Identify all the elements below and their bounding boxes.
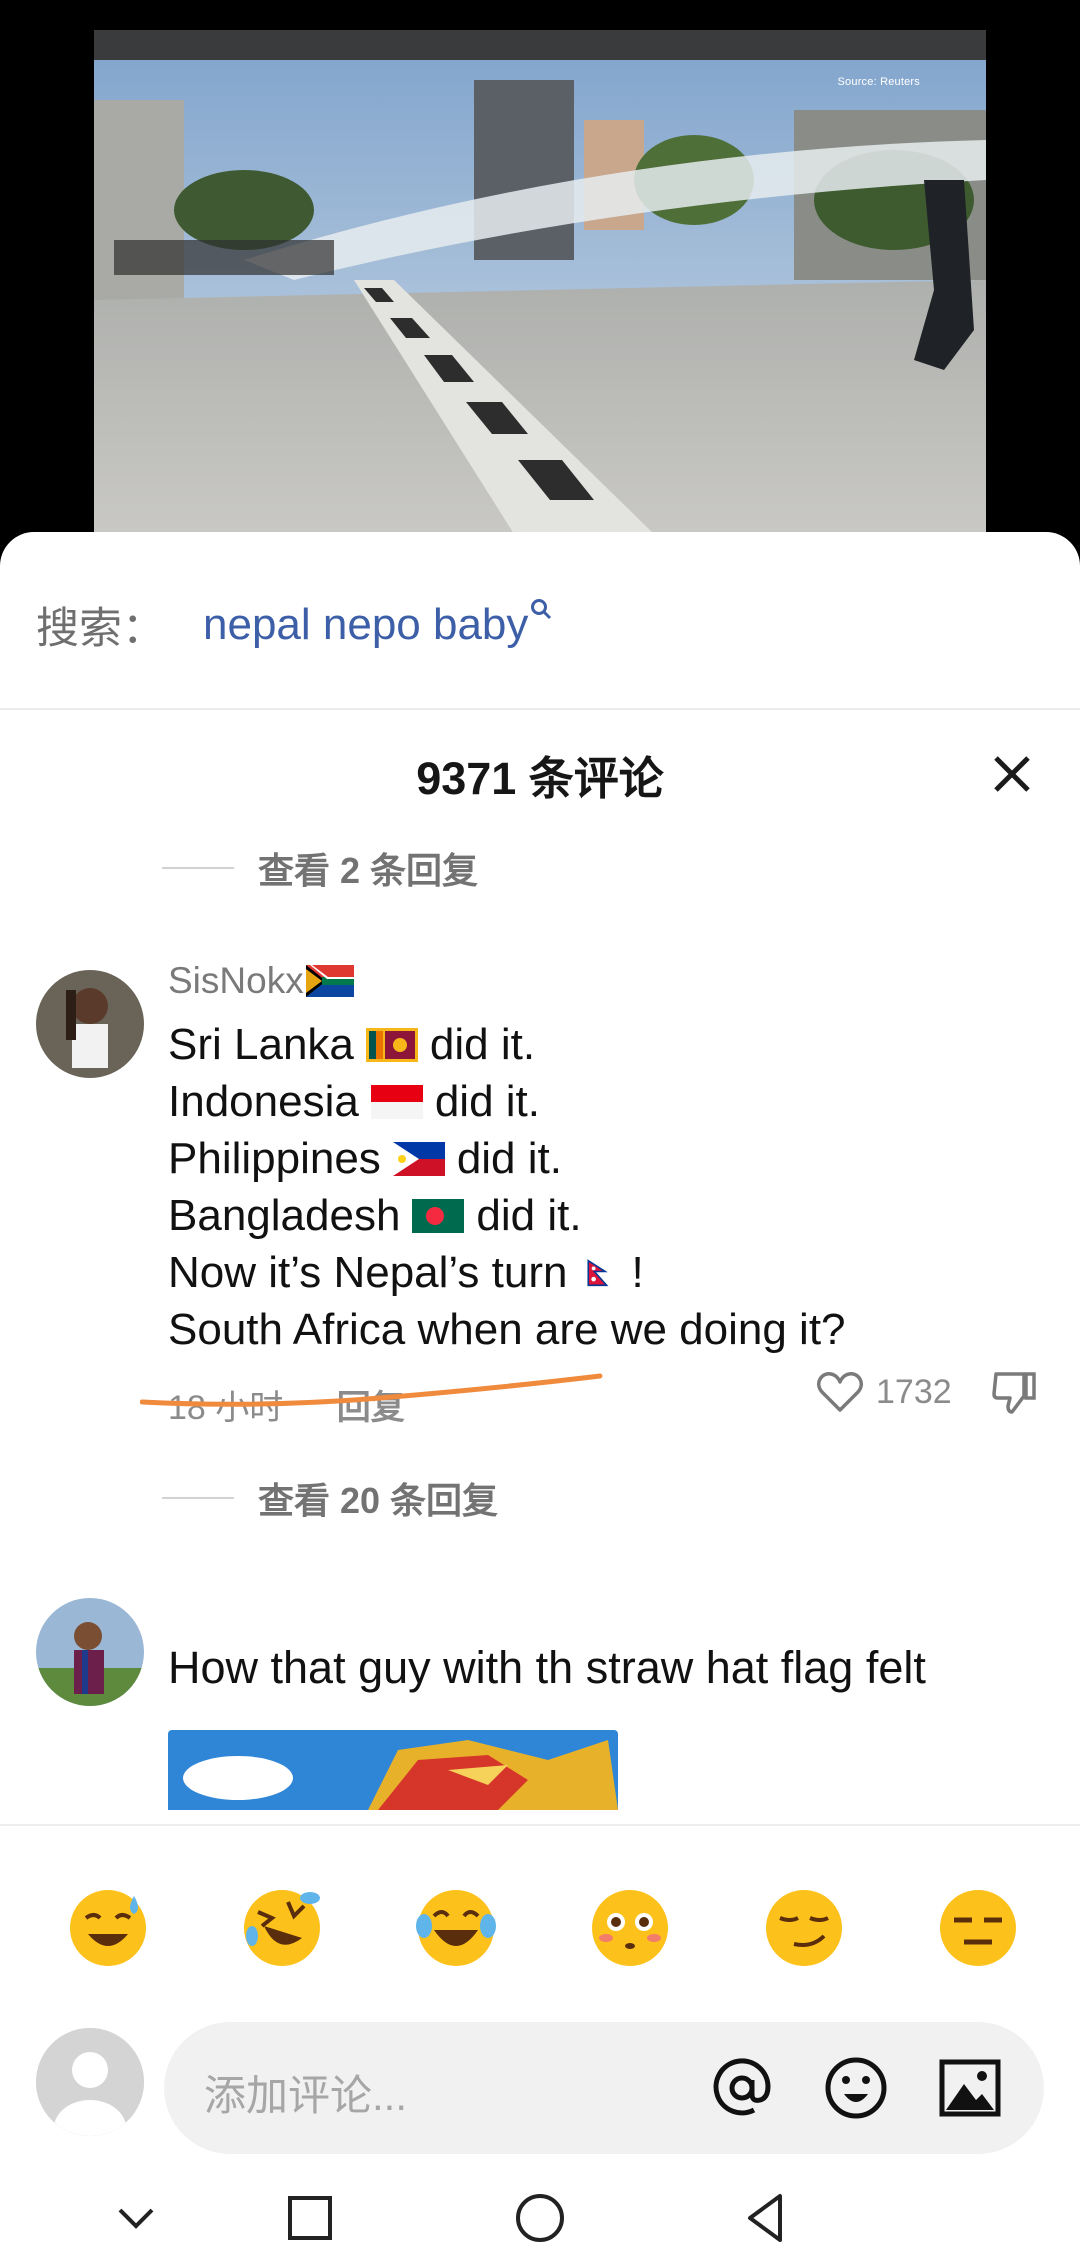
heart-icon xyxy=(817,1372,863,1412)
comments-sheet: 搜索： nepal nepo baby 9371 条评论 查看 2 条回复 Si… xyxy=(0,532,1080,2268)
close-icon[interactable] xyxy=(990,752,1034,796)
expressionless-emoji[interactable] xyxy=(936,1886,1020,1970)
comment-text: Sri Lanka did it. Indonesia did it. Phil… xyxy=(168,1016,846,1358)
comment-username[interactable]: SisNokx xyxy=(168,960,354,1002)
divider xyxy=(0,708,1080,710)
like-count: 1732 xyxy=(876,1372,952,1411)
back-triangle-icon[interactable] xyxy=(736,2188,796,2248)
like-button[interactable]: 1732 xyxy=(816,1370,952,1414)
back-chevron-icon[interactable] xyxy=(106,2188,166,2248)
smirk-emoji[interactable] xyxy=(762,1886,846,1970)
view-replies-button[interactable]: 查看 2 条回复 xyxy=(162,842,478,894)
my-avatar xyxy=(36,2028,144,2136)
comment-line: Philippines did it. xyxy=(168,1134,562,1183)
comment-line: Sri Lanka did it. xyxy=(168,1020,536,1069)
recents-square-icon[interactable] xyxy=(280,2188,340,2248)
comment-line: Now it’s Nepal’s turn ! xyxy=(168,1248,644,1297)
comment-input-placeholder: 添加评论... xyxy=(204,2072,408,2119)
comment-text: How that guy with th straw hat flag felt xyxy=(168,1642,926,1693)
sweat-smile-emoji[interactable] xyxy=(66,1886,150,1970)
view-replies-button[interactable]: 查看 20 条回复 xyxy=(162,1472,498,1524)
comment-line: South Africa when are we doing it? xyxy=(168,1305,846,1354)
at-icon[interactable] xyxy=(708,2054,776,2122)
joy-emoji[interactable] xyxy=(414,1886,498,1970)
home-circle-icon[interactable] xyxy=(510,2188,570,2248)
comment-line: Bangladesh did it. xyxy=(168,1191,582,1240)
search-suggestion[interactable]: 搜索： nepal nepo baby xyxy=(36,590,552,660)
nepal-flag xyxy=(587,1258,609,1286)
rofl-emoji[interactable] xyxy=(240,1886,324,1970)
sri-lanka-flag xyxy=(365,1027,418,1062)
orange-underline-annotation xyxy=(140,1373,603,1407)
video-source-label: Source: Reuters xyxy=(837,76,920,88)
reply-dash xyxy=(162,867,234,869)
search-label: 搜索： xyxy=(36,605,165,653)
view-replies-label: 查看 20 条回复 xyxy=(258,1480,499,1521)
comment-line: Indonesia did it. xyxy=(168,1077,540,1126)
reply-dash xyxy=(162,1497,234,1499)
quick-emoji-row xyxy=(0,1886,1080,1976)
video-player[interactable]: Source: Reuters xyxy=(94,30,986,534)
philippines-flag xyxy=(392,1141,445,1176)
search-icon xyxy=(531,599,552,620)
video-frame-image xyxy=(94,30,986,534)
search-query-link[interactable]: nepal nepo baby xyxy=(203,600,528,650)
flushed-emoji[interactable] xyxy=(588,1886,672,1970)
south-africa-flag xyxy=(305,965,354,997)
image-icon[interactable] xyxy=(936,2054,1004,2122)
indonesia-flag xyxy=(370,1084,423,1119)
dislike-icon[interactable] xyxy=(990,1368,1040,1418)
bangladesh-flag xyxy=(412,1198,465,1233)
avatar[interactable] xyxy=(36,970,144,1078)
emoji-icon[interactable] xyxy=(822,2054,890,2122)
comment-image[interactable] xyxy=(168,1730,618,1810)
comments-count-title: 9371 条评论 xyxy=(416,753,664,804)
view-replies-label: 查看 2 条回复 xyxy=(258,850,479,891)
comment-input[interactable]: 添加评论... xyxy=(164,2022,1044,2154)
system-nav-bar xyxy=(0,2168,1080,2268)
avatar[interactable] xyxy=(36,1598,144,1706)
username-text: SisNokx xyxy=(168,960,304,1001)
